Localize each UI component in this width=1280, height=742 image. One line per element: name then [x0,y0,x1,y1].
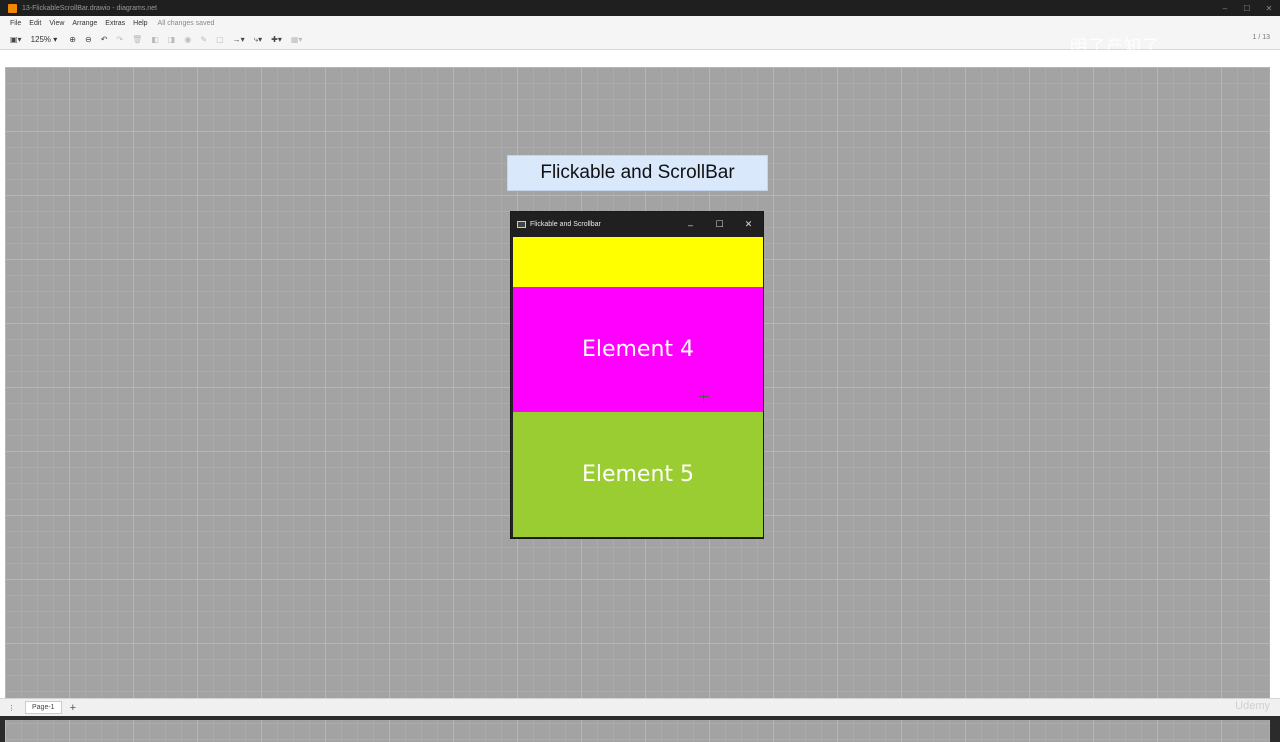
app-window-image[interactable]: Flickable and Scrollbar – ☐ ✕ Element 4 … [510,211,764,539]
menu-extras[interactable]: Extras [105,20,125,27]
minimize-icon[interactable]: – [1214,4,1236,13]
table-icon[interactable]: ▦▾ [291,35,303,44]
zoom-in-icon[interactable]: ⊕ [69,35,76,44]
bottom-strip [0,716,1280,720]
flickable-content: Element 4 Element 5 [513,237,763,537]
app-close-icon: ✕ [744,219,753,229]
app-window-title: Flickable and Scrollbar [530,221,601,228]
menu-view[interactable]: View [49,20,64,27]
shadow-icon[interactable]: ▢ [216,35,224,44]
window-title: 13-FlickableScrollBar.drawio - diagrams.… [22,4,157,12]
more-pages-icon[interactable]: ⋮ [8,704,15,712]
menu-edit[interactable]: Edit [29,20,41,27]
zoom-value: 125% [30,35,52,44]
format-panel-icon[interactable]: ▣▾ [10,35,22,44]
menubar: File Edit View Arrange Extras Help All c… [0,16,1280,30]
page-indicator: 1 / 13 [1252,34,1270,41]
zoom-select[interactable]: 125% ▾ [31,35,58,44]
menu-help[interactable]: Help [133,20,147,27]
delete-icon[interactable]: 🗑 [132,35,142,44]
app-maximize-icon: ☐ [715,219,724,229]
connection-icon[interactable]: →▾ [233,35,245,44]
waypoints-icon[interactable]: ⤷▾ [254,35,263,45]
diagram-title-box[interactable]: Flickable and ScrollBar [507,155,768,191]
line-color-icon[interactable]: ✎ [200,35,207,44]
udemy-logo: Udemy [1235,700,1270,712]
statusbar: ⋮ Page-1 + Udemy [0,698,1280,716]
toolbar: ▣▾ 125% ▾ ⊕ ⊖ ↶ ↷ 🗑 ◧ ◨ ◉ ✎ ▢ →▾ ⤷▾ ✚▾ ▦… [0,30,1280,57]
app-window-titlebar: Flickable and Scrollbar – ☐ ✕ [511,212,763,237]
menu-file[interactable]: File [10,20,21,27]
app-window-icon [517,221,526,228]
element-yellow [513,237,763,287]
fill-color-icon[interactable]: ◉ [184,35,191,44]
app-minimize-icon: – [687,219,693,230]
close-icon[interactable]: ✕ [1258,4,1280,13]
os-titlebar: 13-FlickableScrollBar.drawio - diagrams.… [0,0,1280,16]
page-tab[interactable]: Page-1 [25,701,62,714]
zoom-out-icon[interactable]: ⊖ [85,35,92,44]
menu-arrange[interactable]: Arrange [72,20,97,27]
save-status: All changes saved [157,19,215,27]
element-5: Element 5 [513,412,763,537]
drawio-logo-icon [8,3,17,13]
insert-icon[interactable]: ✚▾ [271,35,282,44]
to-front-icon[interactable]: ◧ [151,35,159,44]
to-back-icon[interactable]: ◨ [168,35,176,44]
maximize-icon[interactable]: ☐ [1236,4,1258,13]
move-cursor-icon [699,392,709,402]
add-page-button[interactable]: + [70,702,76,714]
element-4: Element 4 [513,287,763,412]
undo-icon[interactable]: ↶ [101,35,108,44]
redo-icon[interactable]: ↷ [116,35,123,44]
